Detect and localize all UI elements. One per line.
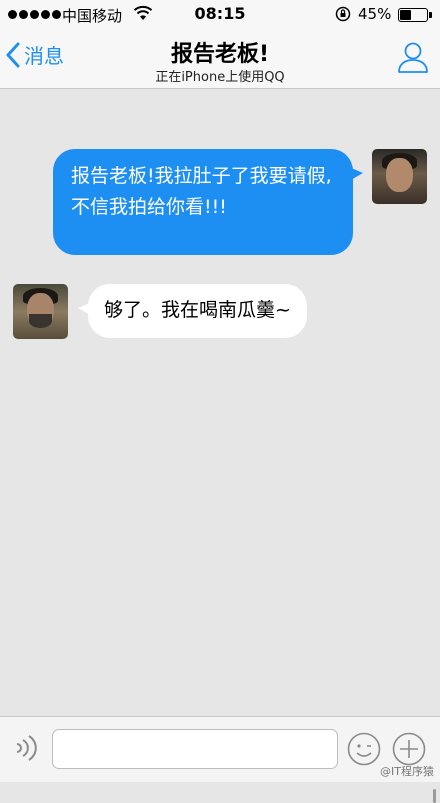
my-avatar[interactable] <box>372 149 427 204</box>
emoji-button[interactable] <box>347 732 381 770</box>
profile-button[interactable] <box>396 40 430 78</box>
profile-icon <box>398 42 428 73</box>
emoji-icon <box>347 732 381 766</box>
incoming-message-text: 够了。我在喝南瓜羹~ <box>104 299 291 321</box>
watermark: @IT程序猿 <box>380 765 434 778</box>
chat-subtitle: 正在iPhone上使用QQ <box>155 70 285 85</box>
scrollbar[interactable] <box>433 789 436 803</box>
voice-icon <box>16 735 37 761</box>
voice-button[interactable] <box>12 733 38 767</box>
input-bar <box>0 716 440 782</box>
battery-percentage: 45% <box>358 5 392 23</box>
plus-icon <box>392 732 426 766</box>
chat-area[interactable]: 报告老板!我拉肚子了我要请假,不信我拍给你看!!! 够了。我在喝南瓜羹~ <box>0 89 440 803</box>
message-input[interactable] <box>52 729 338 769</box>
navigation-bar: 消息 报告老板! 正在iPhone上使用QQ <box>0 30 440 89</box>
rotation-lock-icon <box>335 6 351 26</box>
status-bar: 中国移动 08:15 45% <box>0 0 440 30</box>
chat-title: 报告老板! <box>170 42 270 67</box>
incoming-message-bubble[interactable]: 够了。我在喝南瓜羹~ <box>78 284 307 338</box>
outgoing-message-text: 报告老板!我拉肚子了我要请假,不信我拍给你看!!! <box>71 165 332 218</box>
contact-avatar[interactable] <box>13 284 68 339</box>
outgoing-message-bubble[interactable]: 报告老板!我拉肚子了我要请假,不信我拍给你看!!! <box>53 149 363 255</box>
battery-icon <box>398 8 432 22</box>
